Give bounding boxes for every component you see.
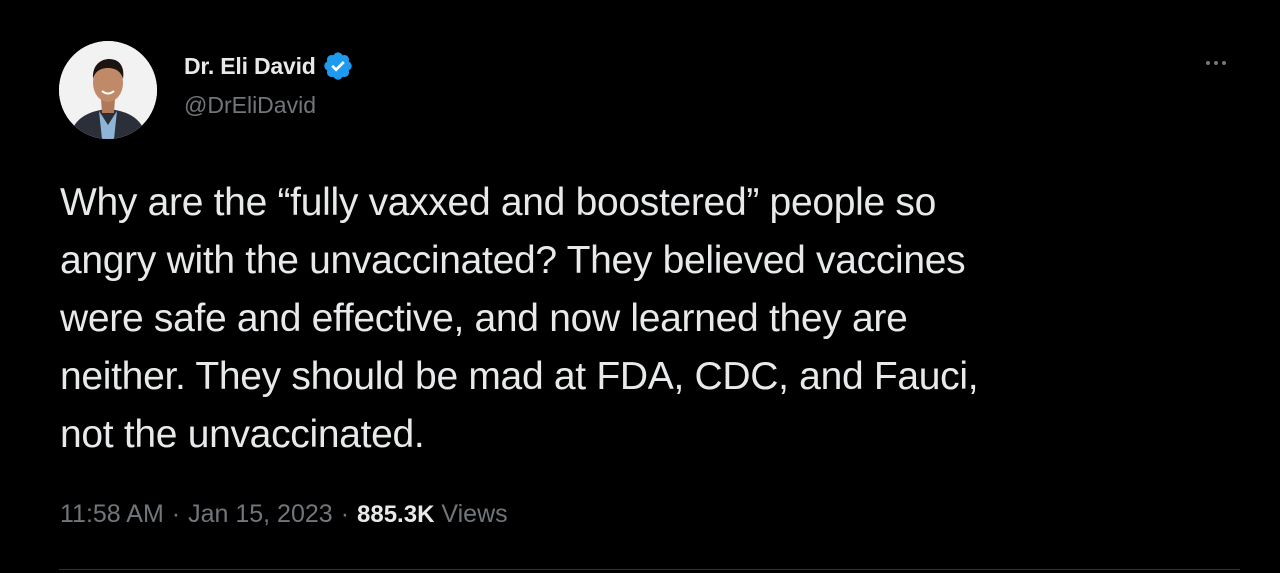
more-options-icon[interactable] bbox=[1196, 48, 1236, 78]
author-display-name[interactable]: Dr. Eli David bbox=[184, 53, 316, 80]
more-dot bbox=[1214, 61, 1218, 65]
more-dot bbox=[1206, 61, 1210, 65]
views-count[interactable]: 885.3K bbox=[357, 501, 434, 529]
tweet-text: Why are the “fully vaxxed and boostered”… bbox=[60, 174, 1240, 464]
views-label: Views bbox=[441, 500, 508, 528]
tweet-text-line: were safe and effective, and now learned… bbox=[60, 297, 908, 340]
tweet-text-line: not the unvaccinated. bbox=[60, 413, 425, 456]
tweet-time[interactable]: 11:58 AM bbox=[60, 500, 164, 529]
author-avatar[interactable] bbox=[59, 41, 157, 139]
more-dot bbox=[1222, 61, 1226, 65]
tweet-text-line: Why are the “fully vaxxed and boostered”… bbox=[60, 181, 937, 224]
author-handle[interactable]: @DrEliDavid bbox=[184, 92, 316, 119]
verified-badge-icon[interactable] bbox=[322, 50, 354, 82]
tweet-card: Dr. Eli David @DrEliDavid Why are the “f… bbox=[0, 0, 1280, 573]
avatar-photo-icon bbox=[59, 41, 157, 139]
tweet-text-line: angry with the unvaccinated? They believ… bbox=[60, 239, 966, 282]
meta-separator: · bbox=[171, 500, 181, 528]
divider bbox=[59, 569, 1240, 570]
meta-separator: · bbox=[340, 500, 350, 528]
tweet-text-line: neither. They should be mad at FDA, CDC,… bbox=[60, 355, 979, 398]
tweet-meta: 11:58 AM · Jan 15, 2023 · 885.3K Views bbox=[60, 500, 508, 529]
tweet-date[interactable]: Jan 15, 2023 bbox=[188, 500, 333, 529]
author-name-row: Dr. Eli David bbox=[184, 50, 354, 82]
